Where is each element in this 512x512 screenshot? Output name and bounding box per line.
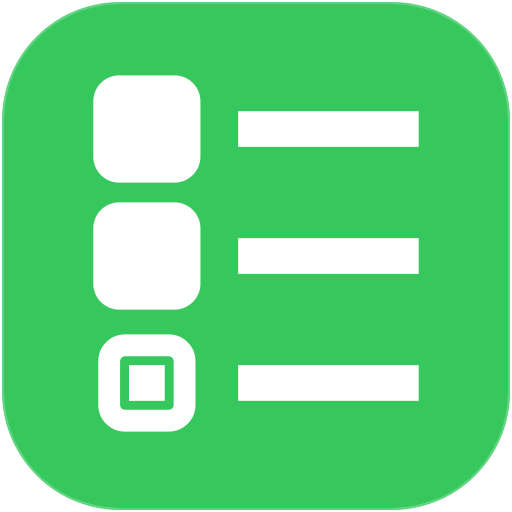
list-line-icon (238, 111, 419, 147)
checklist-app-icon[interactable] (2, 2, 510, 510)
checklist-glyph (4, 4, 508, 508)
checkbox-inner-square-icon (129, 365, 165, 401)
checkbox-filled-icon (93, 202, 201, 310)
list-line-icon (238, 365, 419, 401)
list-line-icon (238, 238, 419, 274)
checkbox-filled-icon (93, 75, 201, 183)
